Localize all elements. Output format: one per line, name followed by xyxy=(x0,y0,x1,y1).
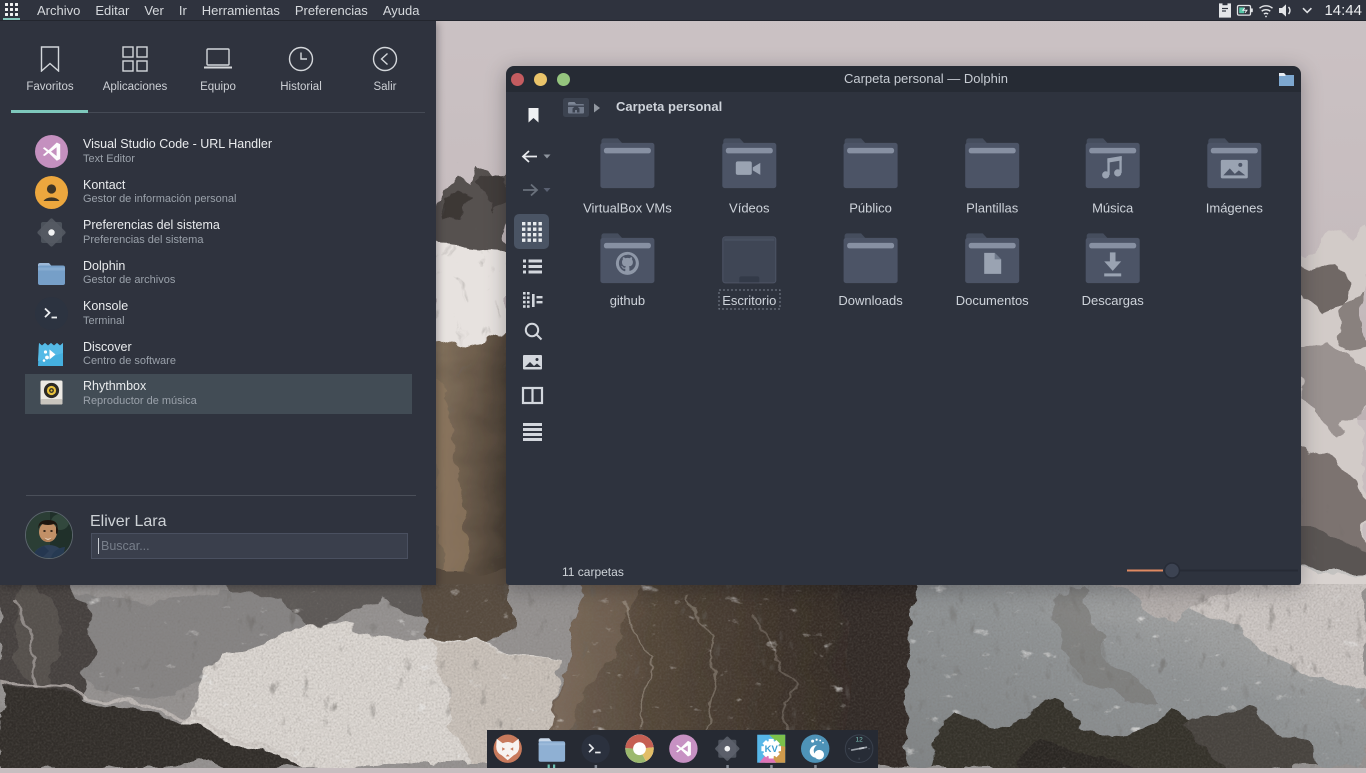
svg-text:Descargas: Descargas xyxy=(1082,293,1145,308)
svg-text:Downloads: Downloads xyxy=(838,293,903,308)
svg-text:Documentos: Documentos xyxy=(956,293,1029,308)
svg-text:VirtualBox VMs: VirtualBox VMs xyxy=(583,201,672,216)
svg-text:Escritorio: Escritorio xyxy=(722,293,776,308)
svg-text:12: 12 xyxy=(855,737,863,744)
svg-text:KV: KV xyxy=(765,744,779,755)
svg-text:Público: Público xyxy=(849,201,892,216)
svg-text:Vídeos: Vídeos xyxy=(729,201,770,216)
svg-text:Plantillas: Plantillas xyxy=(966,201,1019,216)
svg-text:Música: Música xyxy=(1092,201,1134,216)
svg-text:github: github xyxy=(610,293,645,308)
svg-text:Imágenes: Imágenes xyxy=(1206,201,1264,216)
